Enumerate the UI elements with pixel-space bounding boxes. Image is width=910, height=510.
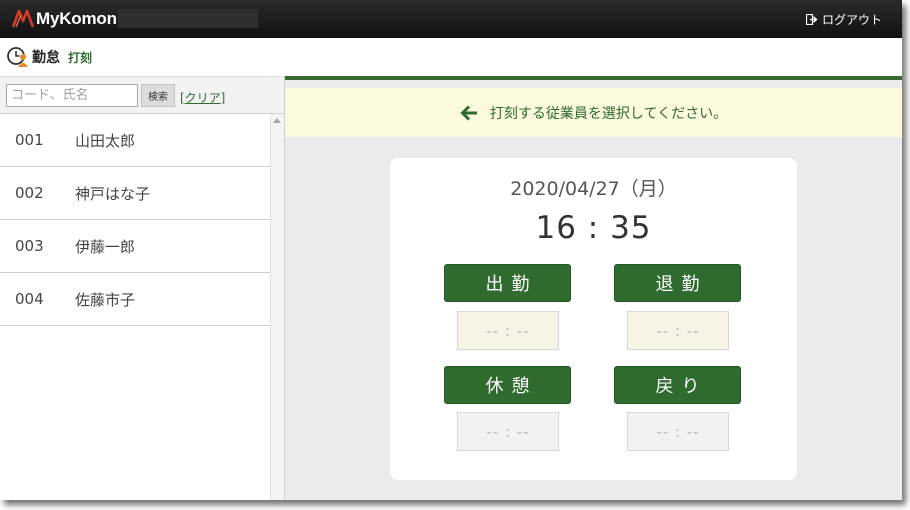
clock-in-time: -- : --: [457, 311, 559, 350]
clock-out-button[interactable]: 退勤: [614, 264, 741, 302]
employee-code: 004: [15, 290, 44, 308]
break-end-time: -- : --: [627, 412, 729, 451]
punch-card: 2020/04/27（月） 16 : 35 出勤 退勤 -- : -- -- :…: [390, 158, 797, 480]
arrow-left-icon: [460, 104, 477, 121]
current-date: 2020/04/27（月）: [510, 178, 677, 200]
select-employee-notice: 打刻する従業員を選択してください。: [285, 88, 902, 137]
current-time: 16 : 35: [535, 210, 652, 246]
app-window: MyKomon ログアウト 勤怠 打刻 検索 [クリア]: [0, 0, 902, 500]
punch-panel: 打刻する従業員を選択してください。 2020/04/27（月） 16 : 35 …: [285, 76, 902, 500]
company-name-box: [118, 9, 258, 28]
employee-name: 佐藤市子: [75, 290, 136, 309]
employee-list-item[interactable]: 002 神戸はな子: [0, 167, 270, 220]
employee-list-item[interactable]: 004 佐藤市子: [0, 273, 270, 326]
attendance-clock-icon: [7, 47, 28, 67]
break-start-time: -- : --: [457, 412, 559, 451]
employee-list-item[interactable]: 003 伊藤一郎: [0, 220, 270, 273]
list-scrollbar[interactable]: [270, 114, 284, 500]
clear-link[interactable]: [クリア]: [180, 89, 225, 106]
employee-name: 山田太郎: [75, 131, 136, 150]
employee-name: 神戸はな子: [75, 184, 151, 203]
logout-icon: [805, 14, 818, 25]
search-button[interactable]: 検索: [141, 84, 175, 107]
logo: MyKomon: [12, 8, 117, 30]
logout-button[interactable]: ログアウト: [805, 11, 882, 28]
clock-out-time: -- : --: [627, 311, 729, 350]
logout-label: ログアウト: [821, 13, 882, 27]
notice-text: 打刻する従業員を選択してください。: [489, 105, 728, 122]
employee-list: 001 山田太郎 002 神戸はな子 003 伊藤一郎 004 佐藤市子: [0, 114, 270, 326]
page-subtitle: 打刻: [68, 50, 93, 65]
employee-code: 003: [15, 237, 44, 255]
employee-code: 001: [15, 131, 44, 149]
employee-code: 002: [15, 184, 44, 202]
scroll-up-arrow-icon[interactable]: [273, 118, 281, 123]
top-bar: MyKomon ログアウト: [0, 0, 902, 38]
page-title: 勤怠: [32, 50, 60, 66]
search-row: 検索 [クリア]: [0, 76, 284, 114]
employee-name: 伊藤一郎: [75, 237, 136, 256]
logo-text: MyKomon: [36, 9, 117, 28]
employee-list-item[interactable]: 001 山田太郎: [0, 114, 270, 167]
break-end-button[interactable]: 戻り: [614, 366, 741, 404]
employee-sidebar: 検索 [クリア] 001 山田太郎 002 神戸はな子 003 伊藤一郎 004…: [0, 76, 285, 500]
break-start-button[interactable]: 休憩: [444, 366, 571, 404]
mykomon-logo-icon: [12, 9, 34, 28]
panel-top-border: [285, 76, 902, 80]
page-title-bar: 勤怠 打刻: [0, 38, 902, 76]
search-input[interactable]: [6, 84, 138, 107]
clock-in-button[interactable]: 出勤: [444, 264, 571, 302]
